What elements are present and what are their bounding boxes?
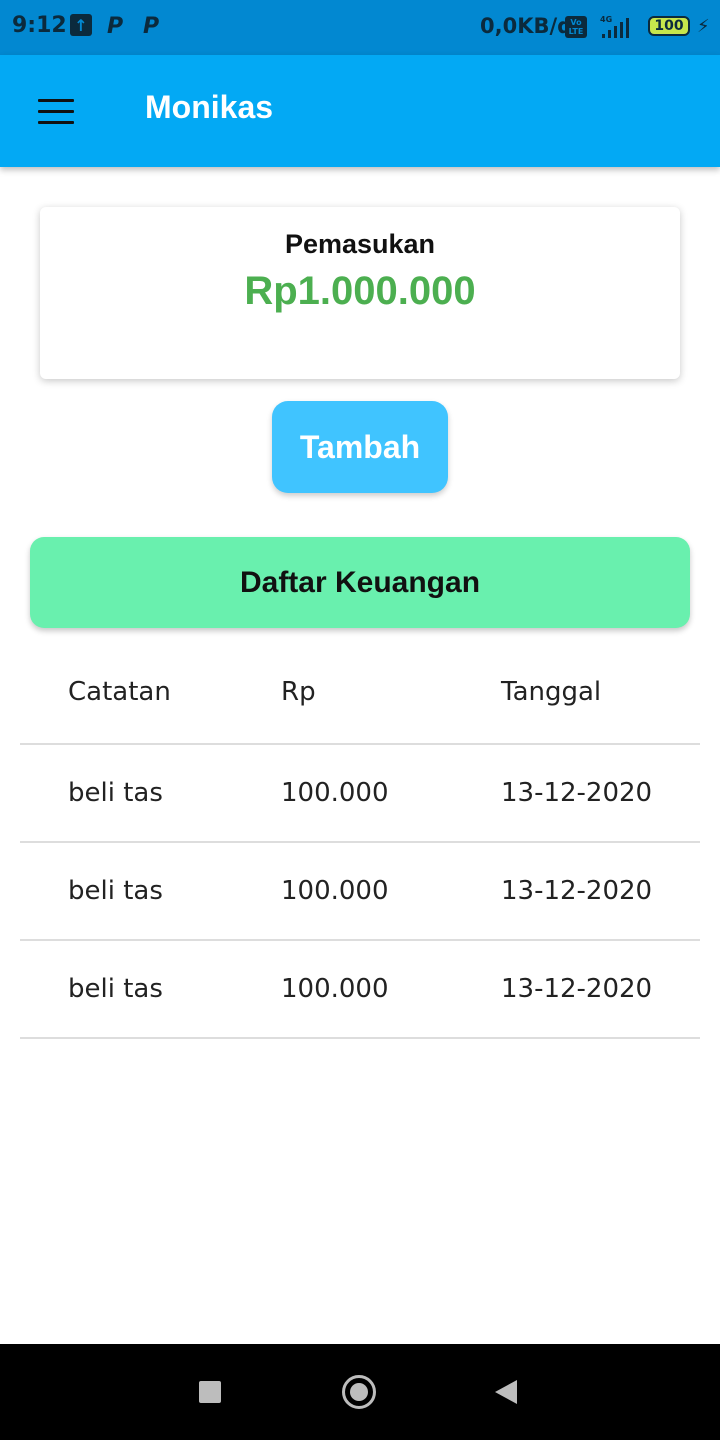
status-time: 9:12 bbox=[12, 13, 67, 38]
battery-icon: 100 bbox=[648, 16, 690, 36]
cell-catatan: beli tas bbox=[68, 974, 163, 1004]
table-row[interactable]: beli tas 100.000 13-12-2020 bbox=[20, 941, 700, 1039]
battery-level: 100 bbox=[654, 18, 684, 34]
cell-date: 13-12-2020 bbox=[501, 778, 653, 808]
cell-amount: 100.000 bbox=[281, 778, 389, 808]
table-header-row: Catatan Rp Tanggal bbox=[20, 640, 700, 745]
navigation-bar bbox=[0, 1344, 720, 1440]
cell-date: 13-12-2020 bbox=[501, 876, 653, 906]
cell-catatan: beli tas bbox=[68, 876, 163, 906]
charging-icon: ⚡ bbox=[697, 16, 710, 37]
app-bar: Monikas bbox=[0, 55, 720, 167]
volte-icon: Vo LTE bbox=[565, 16, 587, 38]
network-type: 4G bbox=[600, 15, 612, 24]
column-header-rp: Rp bbox=[281, 676, 316, 707]
status-bar: 9:12 ↑ P P 0,0KB/d Vo LTE 4G 100 ⚡ bbox=[0, 0, 720, 55]
table-row[interactable]: beli tas 100.000 13-12-2020 bbox=[20, 745, 700, 843]
income-value: Rp1.000.000 bbox=[244, 269, 476, 313]
column-header-tanggal: Tanggal bbox=[501, 676, 602, 707]
p-icon: P bbox=[143, 13, 160, 39]
income-label: Pemasukan bbox=[284, 229, 436, 259]
app-title: Monikas bbox=[145, 89, 274, 125]
volte-bottom-text: LTE bbox=[568, 27, 584, 36]
p-icon: P bbox=[107, 13, 124, 39]
volte-top-text: Vo bbox=[570, 18, 582, 27]
column-header-catatan: Catatan bbox=[68, 676, 171, 707]
cell-amount: 100.000 bbox=[281, 974, 389, 1004]
home-circle-icon[interactable] bbox=[342, 1375, 376, 1409]
recents-square-icon[interactable] bbox=[199, 1381, 221, 1403]
signal-icon: 4G bbox=[600, 15, 629, 38]
cell-catatan: beli tas bbox=[68, 778, 163, 808]
table-row[interactable]: beli tas 100.000 13-12-2020 bbox=[20, 843, 700, 941]
add-button[interactable]: Tambah bbox=[272, 401, 448, 493]
hamburger-menu-icon[interactable] bbox=[38, 99, 74, 125]
list-header: Daftar Keuangan bbox=[30, 537, 690, 628]
cell-date: 13-12-2020 bbox=[501, 974, 653, 1004]
income-card: Pemasukan Rp1.000.000 bbox=[40, 207, 680, 379]
cell-amount: 100.000 bbox=[281, 876, 389, 906]
upload-icon: ↑ bbox=[70, 14, 92, 36]
back-triangle-icon[interactable] bbox=[495, 1380, 517, 1404]
finance-table: Catatan Rp Tanggal beli tas 100.000 13-1… bbox=[20, 640, 700, 1039]
network-speed: 0,0KB/d bbox=[480, 14, 573, 38]
